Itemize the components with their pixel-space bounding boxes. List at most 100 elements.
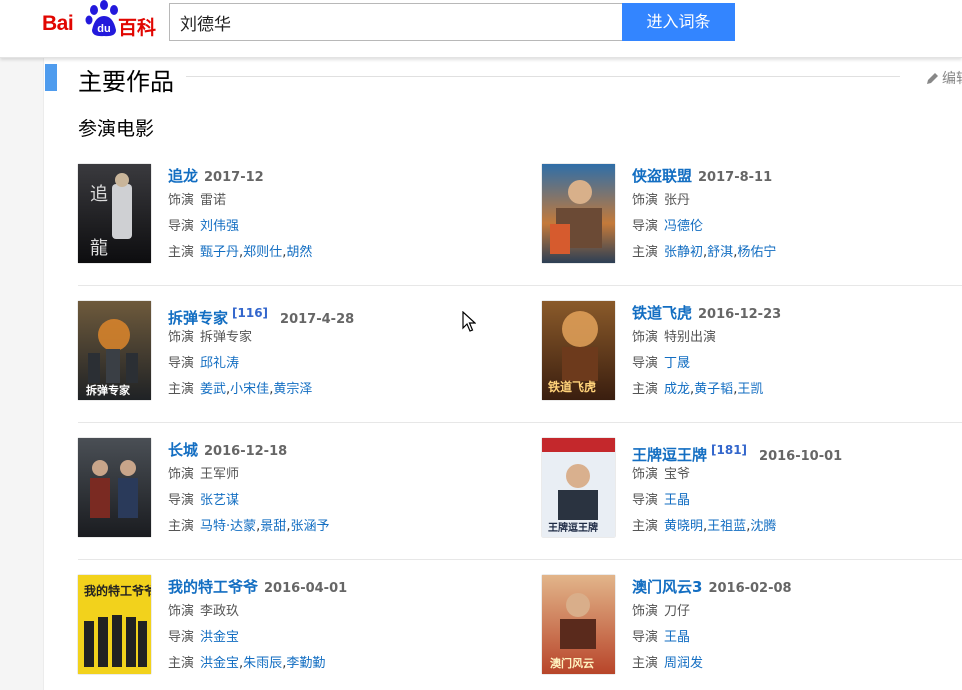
movie-poster[interactable] [542,164,615,263]
cast-link[interactable]: 成龙 [664,382,690,397]
director-link[interactable]: 王晶 [664,630,690,645]
subsection-title: 参演电影 [78,118,155,140]
director-link[interactable]: 刘伟强 [200,219,239,234]
baidu-baike-logo[interactable]: Bai du 百科 [42,0,160,42]
logo-baike-text: 百科 [118,17,157,39]
movie-card: 侠盗联盟 2017-8-11 饰演 张丹 导演 冯德伦 主演 张静初,舒淇,杨佑宁 [542,164,962,269]
role-value: 张丹 [664,193,691,208]
row-divider [78,285,962,286]
movie-date: 2017-8-11 [698,170,773,185]
cast-link[interactable]: 洪金宝 [200,656,239,671]
cast-link[interactable]: 沈腾 [750,519,776,534]
reference-link[interactable]: [116] [232,306,268,320]
movie-card: 铁道飞虎 铁道飞虎 2016-12-23 饰演 特别出演 导演 丁晟 主演 成龙,黄子韬… [542,301,962,406]
movie-poster[interactable]: 王牌逗王牌 [542,438,615,537]
enter-entry-button[interactable]: 进入词条 [622,3,735,41]
cast-link[interactable]: 周润发 [664,656,703,671]
movie-poster[interactable] [78,438,151,537]
movie-poster[interactable]: 我的特工爷爷 [78,575,151,674]
movie-poster[interactable]: 澳门风云 [542,575,615,674]
search-input[interactable] [169,3,622,41]
cast-link[interactable]: 黄宗泽 [273,382,312,397]
director-label: 导演 [168,630,195,645]
director-link[interactable]: 洪金宝 [200,630,239,645]
cast-link[interactable]: 郑则仕 [243,245,282,260]
director-label: 导演 [168,493,195,508]
row-divider [78,422,962,423]
cast-link[interactable]: 王祖蓝 [707,519,746,534]
svg-text:澳门风云: 澳门风云 [550,656,594,670]
section-title: 主要作品 [78,68,174,96]
top-header: Bai du 百科 进入词条 [0,0,962,58]
section-divider [186,76,900,77]
cast-label: 主演 [632,656,659,671]
cast-link[interactable]: 王凯 [737,382,763,397]
movie-card: 我的特工爷爷 我的特工爷爷 2016-04-01 饰演 李政玖 导演 洪金宝 主演 洪金… [78,575,498,680]
edit-label: 编辑 [942,71,962,87]
role-value: 拆弹专家 [200,330,253,345]
movie-date: 2016-10-01 [759,449,843,464]
role-value: 雷诺 [200,193,227,208]
role-value: 刀仔 [664,604,691,619]
cast-link[interactable]: 舒淇 [707,245,733,260]
movie-title-link[interactable]: 我的特工爷爷 [168,578,258,596]
movie-title-link[interactable]: 追龙 [168,167,198,185]
role-value: 特别出演 [664,330,717,345]
logo-du-text: du [97,23,110,35]
cast-link[interactable]: 杨佑宁 [737,245,776,260]
cast-link[interactable]: 姜武 [200,382,226,397]
cast-label: 主演 [632,382,659,397]
movie-poster[interactable]: 铁道飞虎 [542,301,615,400]
cast-link[interactable]: 李勤勤 [286,656,325,671]
director-label: 导演 [632,219,659,234]
cast-link[interactable]: 马特·达蒙 [200,519,256,534]
director-link[interactable]: 张艺谋 [200,493,239,508]
cast-link[interactable]: 张静初 [664,245,703,260]
movie-date: 2017-12 [204,170,264,185]
role-label: 饰演 [632,467,659,482]
movie-card: 拆弹专家 拆弹专家 [116] 2017-4-28 饰演 拆弹专家 导演 邱礼涛 主演姜… [78,301,498,406]
movie-title-link[interactable]: 澳门风云3 [632,578,702,596]
role-label: 饰演 [168,467,195,482]
cast-label: 主演 [632,245,659,260]
svg-text:追: 追 [90,184,108,205]
cast-link[interactable]: 黄晓明 [664,519,703,534]
role-value: 李政玖 [200,604,240,619]
paw-icon: du [85,0,118,37]
director-link[interactable]: 邱礼涛 [200,356,239,371]
director-link[interactable]: 王晶 [664,493,690,508]
cast-link[interactable]: 甄子丹 [200,245,239,260]
cast-link[interactable]: 小宋佳 [230,382,269,397]
reference-link[interactable]: [181] [711,443,747,457]
director-label: 导演 [168,356,195,371]
movie-title-link[interactable]: 长城 [168,441,198,459]
director-link[interactable]: 丁晟 [664,356,690,371]
movie-title-link[interactable]: 侠盗联盟 [632,167,692,185]
movie-poster[interactable]: 追 龍 [78,164,151,263]
movie-date: 2016-12-23 [698,307,782,322]
movie-poster[interactable]: 拆弹专家 [78,301,151,400]
cast-link[interactable]: 黄子韬 [694,382,733,397]
left-gutter [0,58,44,690]
cast-link[interactable]: 朱雨辰 [243,656,282,671]
svg-text:王牌逗王牌: 王牌逗王牌 [548,521,598,534]
svg-text:我的特工爷爷: 我的特工爷爷 [84,583,151,598]
cast-label: 主演 [168,656,195,671]
mouse-cursor-icon [462,311,476,332]
role-label: 饰演 [632,604,659,619]
cast-link[interactable]: 景甜 [260,519,286,534]
movie-card: 王牌逗王牌 王牌逗王牌 [181] 2016-10-01 饰演 宝爷 导演 王晶 主演黄… [542,438,962,543]
director-link[interactable]: 冯德伦 [664,219,703,234]
director-label: 导演 [632,356,659,371]
movie-date: 2017-4-28 [280,312,355,327]
edit-link[interactable]: 编辑 [926,68,962,88]
director-label: 导演 [632,493,659,508]
cast-link[interactable]: 张涵予 [290,519,329,534]
movie-date: 2016-04-01 [264,581,348,596]
movie-title-link[interactable]: 铁道飞虎 [632,304,692,322]
pencil-icon [927,73,938,84]
cast-label: 主演 [632,519,659,534]
logo-bai-text: Bai [42,12,74,35]
cast-link[interactable]: 胡然 [286,245,312,260]
row-divider [78,559,962,560]
